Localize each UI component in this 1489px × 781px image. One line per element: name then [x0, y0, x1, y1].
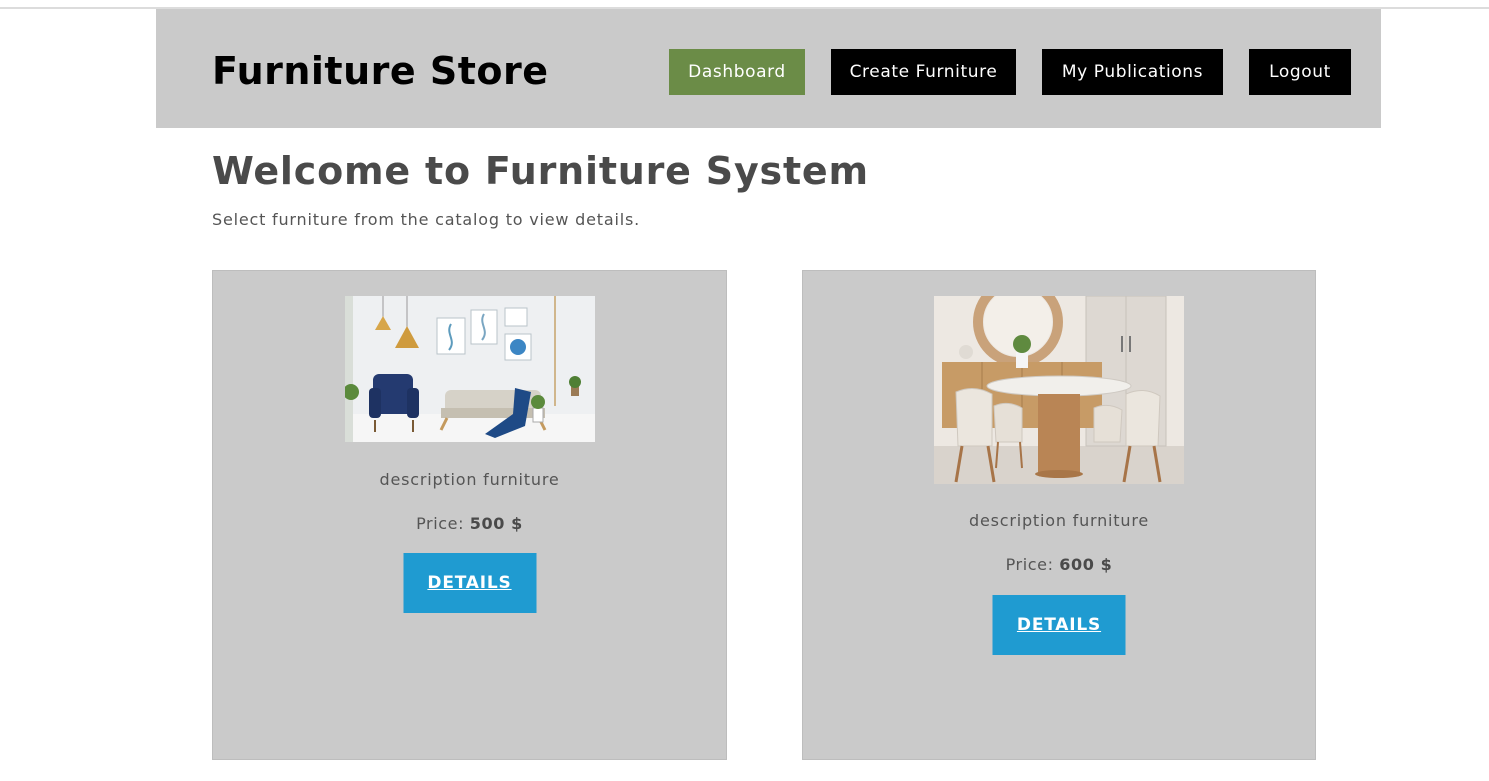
nav-my-publications-button[interactable]: My Publications: [1042, 49, 1223, 95]
page-subtitle: Select furniture from the catalog to vie…: [212, 210, 640, 229]
page-title: Welcome to Furniture System: [212, 149, 869, 193]
living-room-image[interactable]: [344, 296, 595, 442]
nav-dashboard-button[interactable]: Dashboard: [669, 49, 805, 95]
price-value: 600 $: [1059, 555, 1113, 574]
nav-logout-button[interactable]: Logout: [1249, 49, 1351, 95]
site-header: Furniture Store Dashboard Create Furnitu…: [156, 9, 1381, 128]
nav-create-furniture-button[interactable]: Create Furniture: [831, 49, 1016, 95]
card-price: Price: 600 $: [803, 553, 1315, 577]
price-value: 500 $: [469, 514, 523, 533]
card-price: Price: 500 $: [213, 512, 726, 536]
furniture-card: description furniture Price: 600 $ DETAI…: [802, 270, 1316, 760]
dining-table-image[interactable]: [934, 296, 1184, 484]
details-button[interactable]: DETAILS: [403, 553, 536, 613]
price-label: Price:: [416, 514, 465, 533]
furniture-card: description furniture Price: 500 $ DETAI…: [212, 270, 727, 760]
card-description: description furniture: [379, 470, 560, 489]
brand-title[interactable]: Furniture Store: [212, 43, 549, 99]
card-description: description furniture: [969, 511, 1149, 530]
price-label: Price:: [1005, 555, 1054, 574]
details-button[interactable]: DETAILS: [992, 595, 1126, 655]
